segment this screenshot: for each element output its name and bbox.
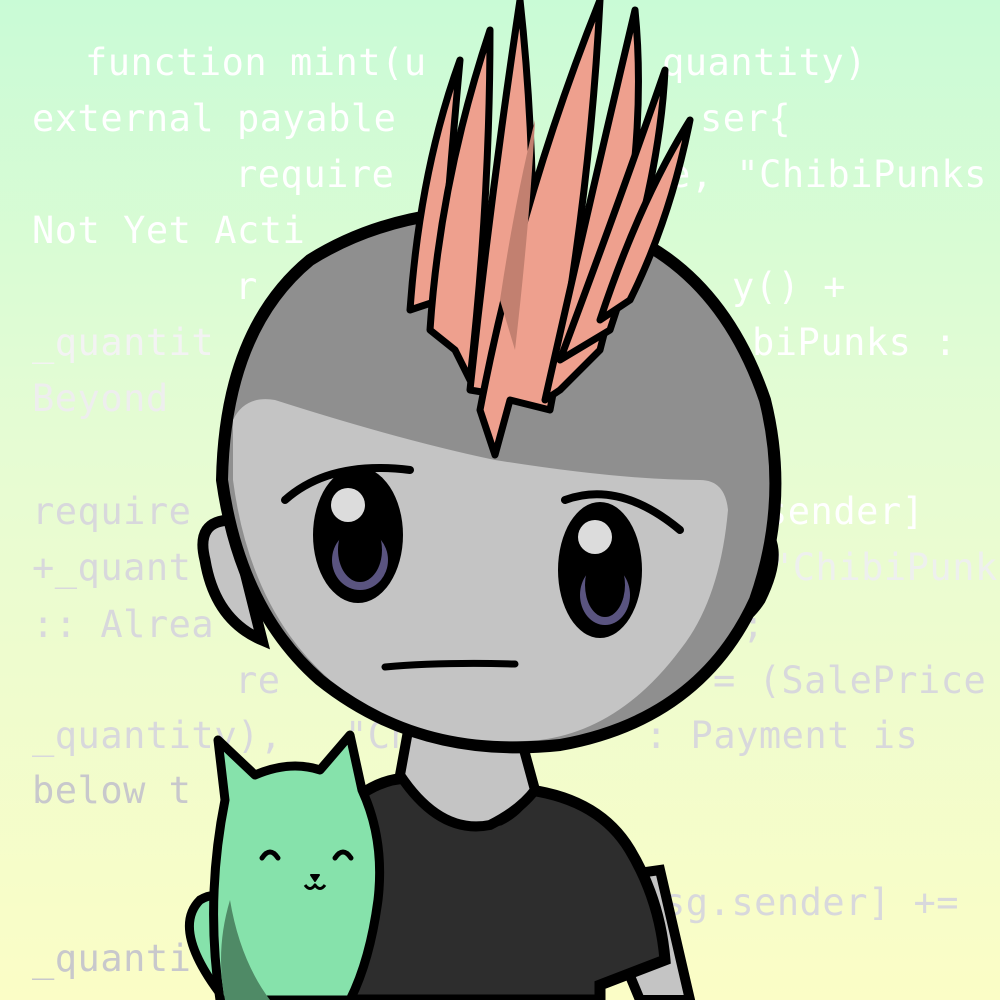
left-eye xyxy=(313,467,403,603)
mouth xyxy=(381,659,519,671)
cat xyxy=(184,730,385,1000)
chibi-character xyxy=(184,0,782,1000)
right-eye xyxy=(558,502,642,638)
